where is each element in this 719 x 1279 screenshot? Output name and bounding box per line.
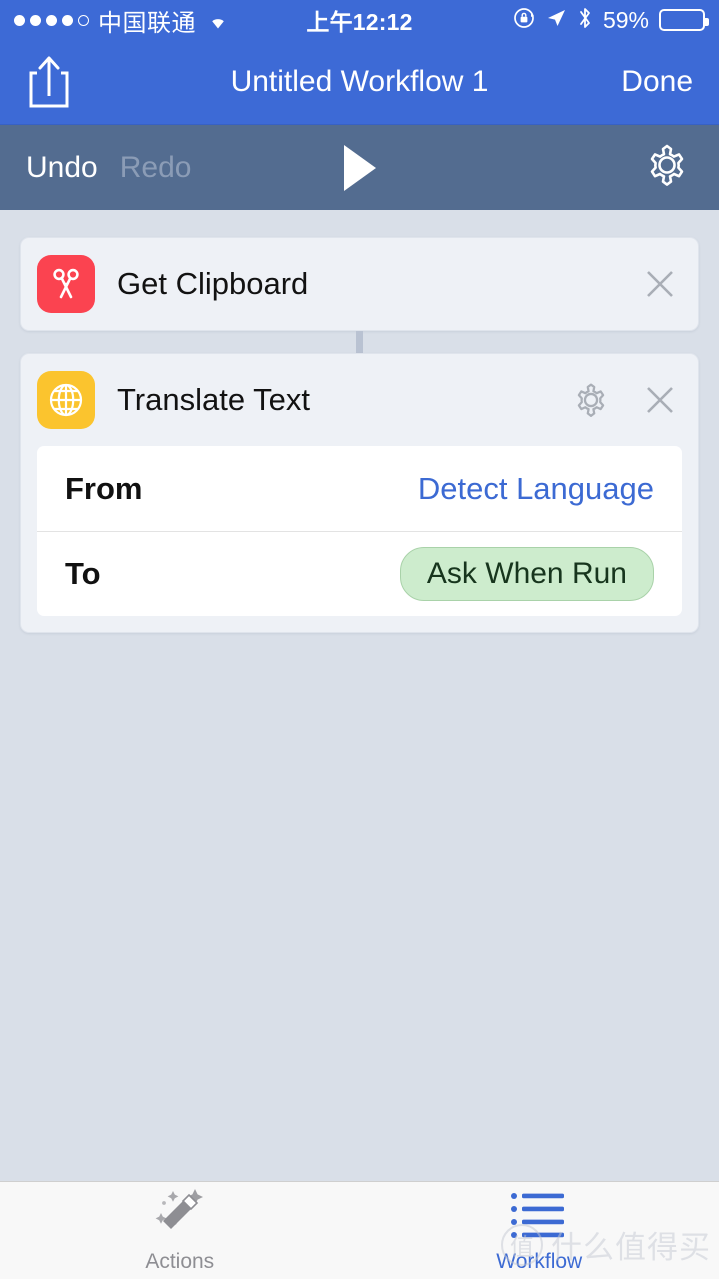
parameter-label: To xyxy=(65,556,101,591)
action-card-controls xyxy=(570,379,678,421)
status-bar-right: 59% xyxy=(513,6,709,35)
action-card-controls xyxy=(642,266,678,302)
gear-icon[interactable] xyxy=(570,379,612,421)
parameter-value-from[interactable]: Detect Language xyxy=(418,471,654,507)
tab-label-actions: Actions xyxy=(145,1250,215,1273)
tab-workflow[interactable]: Workflow xyxy=(360,1187,719,1274)
parameter-label: From xyxy=(65,470,143,506)
bottom-tab-bar: Actions Workflow xyxy=(0,1181,719,1279)
tab-label-workflow: Workflow xyxy=(496,1250,583,1273)
workflow-app-screen: 中国联通 上午12:12 59% Untitled Workflow 1 Don… xyxy=(0,0,719,1279)
undo-button[interactable]: Undo xyxy=(26,151,98,185)
done-button[interactable]: Done xyxy=(621,65,693,99)
redo-button[interactable]: Redo xyxy=(120,151,192,185)
action-title: Get Clipboard xyxy=(117,266,309,301)
action-card-get-clipboard[interactable]: Get Clipboard xyxy=(20,237,699,331)
magic-wand-icon xyxy=(149,1187,211,1246)
action-title: Translate Text xyxy=(117,382,310,417)
location-arrow-icon xyxy=(545,7,567,34)
parameter-value-to[interactable]: Ask When Run xyxy=(399,547,654,601)
share-icon[interactable] xyxy=(26,54,72,110)
edit-toolbar: Undo Redo xyxy=(0,125,719,210)
page-title: Untitled Workflow 1 xyxy=(230,65,489,98)
bluetooth-icon xyxy=(577,6,593,35)
action-card-translate-text[interactable]: Translate Text From Detect Language To A… xyxy=(20,353,699,633)
battery-percent-label: 59% xyxy=(602,6,649,33)
action-card-header: Translate Text xyxy=(21,354,698,446)
workflow-actions-list: Get Clipboard Translate Text From Detect… xyxy=(0,210,719,633)
scissors-icon xyxy=(37,255,95,313)
action-card-header: Get Clipboard xyxy=(21,238,698,330)
close-icon[interactable] xyxy=(642,266,678,302)
tab-actions[interactable]: Actions xyxy=(0,1187,360,1274)
rotation-lock-icon xyxy=(513,7,535,34)
parameter-row-from[interactable]: From Detect Language xyxy=(37,446,682,531)
close-icon[interactable] xyxy=(642,382,678,418)
battery-icon xyxy=(659,9,709,31)
navigation-bar: Untitled Workflow 1 Done xyxy=(0,40,719,125)
parameter-row-to[interactable]: To Ask When Run xyxy=(37,531,682,616)
action-parameters-panel: From Detect Language To Ask When Run xyxy=(37,446,682,616)
globe-icon xyxy=(37,371,95,429)
status-bar: 中国联通 上午12:12 59% xyxy=(0,0,719,40)
action-connector xyxy=(356,331,363,353)
list-icon xyxy=(509,1187,569,1246)
play-icon[interactable] xyxy=(343,144,376,191)
gear-icon[interactable] xyxy=(641,139,693,196)
